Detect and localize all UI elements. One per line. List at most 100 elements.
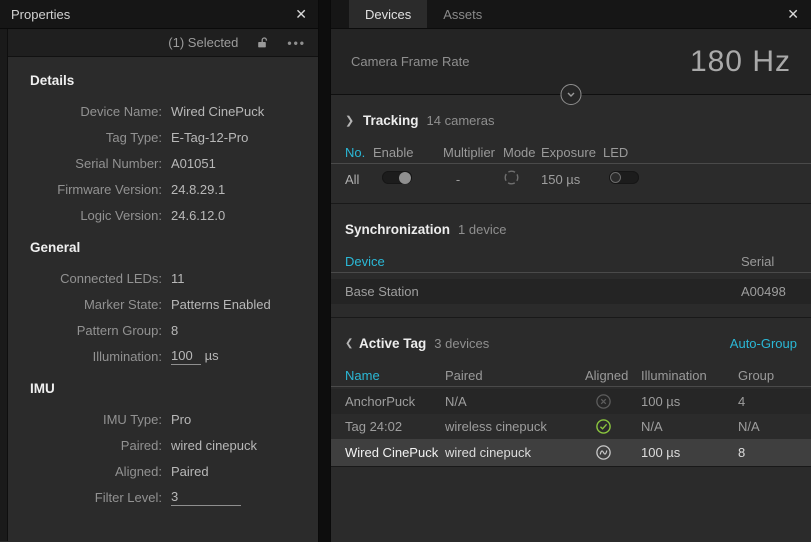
active-tag-section-header[interactable]: ❮ Active Tag 3 devices Auto-Group [331,332,811,354]
tag-paired: wireless cinepuck [445,419,585,434]
exposure-value[interactable]: 150 µs [541,172,603,187]
led-toggle[interactable] [609,171,639,184]
property-row: Pattern Group: 8 [20,317,314,343]
property-label: Aligned: [20,464,162,479]
synchronization-section: Synchronization 1 device Device Serial B… [331,204,811,318]
tag-paired: wired cinepuck [445,445,585,460]
properties-title: Properties [11,7,70,22]
properties-content: Details Device Name: Wired CinePuck Tag … [8,57,318,510]
active-tag-title: Active Tag [359,336,426,351]
tag-illumination: 100 µs [641,394,738,409]
col-multiplier[interactable]: Multiplier [435,145,503,160]
more-options-icon[interactable]: ••• [287,36,306,50]
property-row: Filter Level: 3 [20,484,314,510]
synchronization-section-header[interactable]: Synchronization 1 device [331,218,811,240]
tag-group: 8 [738,445,811,460]
property-row: Logic Version: 24.6.12.0 [20,202,314,228]
selected-count-label: (1) Selected [168,35,238,50]
col-aligned[interactable]: Aligned [585,368,641,383]
active-tag-row[interactable]: AnchorPuck N/A 100 µs 4 [331,389,811,414]
tracking-all-row[interactable]: All - 150 µs [331,164,811,194]
property-row: Paired: wired cinepuck [20,432,314,458]
active-tag-row-selected[interactable]: Wired CinePuck wired cinepuck 100 µs 8 [331,439,811,466]
active-tag-section: ❮ Active Tag 3 devices Auto-Group Name P… [331,318,811,467]
close-icon[interactable]: ✕ [787,7,799,21]
property-value: 8 [162,323,178,338]
tag-name: Tag 24:02 [331,419,445,434]
unaligned-icon [585,393,641,410]
property-value: 24.6.12.0 [162,208,225,223]
property-row: Illumination: 100 µs [20,343,314,369]
scrollbar-gutter[interactable] [0,29,8,541]
illumination-field[interactable]: 100 µs [162,348,219,365]
property-value: Patterns Enabled [162,297,271,312]
property-value: Paired [162,464,209,479]
sync-device-row[interactable]: Base Station A00498 [331,279,811,304]
section-heading-imu: IMU [30,381,314,396]
col-illumination[interactable]: Illumination [641,368,738,383]
col-name[interactable]: Name [331,368,445,383]
col-serial[interactable]: Serial [741,254,811,269]
tab-devices[interactable]: Devices [349,0,427,28]
property-value: E-Tag-12-Pro [162,130,248,145]
col-paired[interactable]: Paired [445,368,585,383]
enable-toggle[interactable] [382,171,412,184]
section-heading-general: General [30,240,314,255]
col-no[interactable]: No. [331,145,373,160]
aligning-wave-icon [585,444,641,461]
property-row: Tag Type: E-Tag-12-Pro [20,124,314,150]
synchronization-title: Synchronization [345,222,450,237]
property-label: Marker State: [20,297,162,312]
property-label: Serial Number: [20,156,162,171]
synchronization-count: 1 device [458,222,506,237]
col-group[interactable]: Group [738,368,811,383]
tag-group: 4 [738,394,811,409]
property-row: Device Name: Wired CinePuck [20,98,314,124]
tracking-title: Tracking [363,113,419,128]
close-icon[interactable]: ✕ [295,7,307,21]
tracking-section-header[interactable]: ❯ Tracking 14 cameras [331,109,811,131]
mode-cell [503,169,541,189]
property-value: 11 [162,271,185,286]
property-value: wired cinepuck [162,438,257,453]
active-tag-count: 3 devices [434,336,489,351]
property-row: Marker State: Patterns Enabled [20,291,314,317]
active-tag-row[interactable]: Tag 24:02 wireless cinepuck N/A N/A [331,414,811,439]
tag-illumination: 100 µs [641,445,738,460]
tracking-mode-icon[interactable] [503,169,520,186]
tag-name: Wired CinePuck [331,445,445,460]
expand-frame-rate-button[interactable] [561,84,582,105]
enable-cell [373,171,435,187]
devices-panel: Devices Assets ✕ Camera Frame Rate 180 H… [330,0,811,542]
property-label: Filter Level: [20,490,162,505]
col-device[interactable]: Device [331,254,741,269]
tab-assets[interactable]: Assets [427,0,498,28]
sync-table-header: Device Serial [331,251,811,273]
chevron-right-icon: ❯ [345,114,355,127]
col-led[interactable]: LED [603,145,811,160]
active-tag-table-header: Name Paired Aligned Illumination Group [331,365,811,387]
property-value: Wired CinePuck [162,104,264,119]
property-row: IMU Type: Pro [20,406,314,432]
filter-level-field[interactable]: 3 [162,489,241,506]
tag-paired: N/A [445,394,585,409]
col-exposure[interactable]: Exposure [541,145,603,160]
properties-panel: Properties ✕ (1) Selected ••• Details De [0,0,319,542]
col-mode[interactable]: Mode [503,145,541,160]
section-heading-details: Details [30,73,314,88]
property-label: Connected LEDs: [20,271,162,286]
row-no: All [331,172,373,187]
devices-tabbar: Devices Assets ✕ [331,0,811,29]
property-label: Device Name: [20,104,162,119]
chevron-down-icon [566,89,577,100]
chevron-down-icon: ❮ [345,338,355,349]
aligned-check-icon [585,418,641,435]
col-enable[interactable]: Enable [373,145,435,160]
device-name: Base Station [331,284,741,299]
property-value: 24.8.29.1 [162,182,225,197]
auto-group-button[interactable]: Auto-Group [730,336,797,351]
property-label: Tag Type: [20,130,162,145]
property-row: Aligned: Paired [20,458,314,484]
unlock-icon[interactable] [256,36,269,49]
property-label: Firmware Version: [20,182,162,197]
